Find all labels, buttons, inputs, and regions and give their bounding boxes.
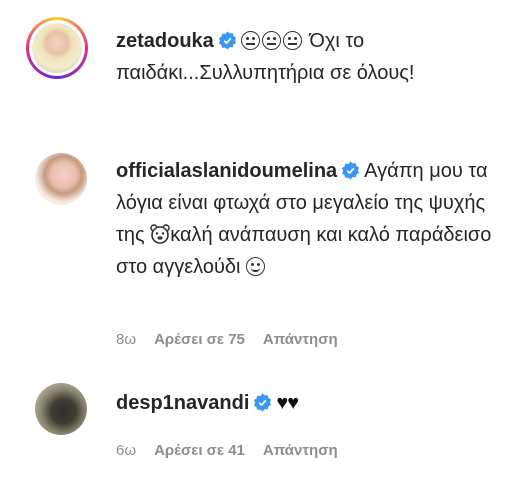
comment-username[interactable]: desp1navandi [116,392,249,414]
avatar[interactable] [35,153,87,205]
avatar-story-ring[interactable] [26,17,88,79]
verified-badge-icon [342,161,360,180]
reply-button[interactable]: Απάντηση [263,331,338,348]
avatar[interactable] [35,383,87,435]
comment-time: 8ω [116,331,137,348]
likes-count-link[interactable]: Αρέσει σε 75 [154,331,245,348]
bear-face-emoji-icon [150,224,170,244]
comment-username[interactable]: zetadouka [116,30,214,52]
comment-text-block: zetadouka Όχι το παιδάκι...Συλλυπητήρια … [116,25,508,89]
likes-count-link[interactable]: Αρέσει σε 41 [154,442,245,459]
smiling-face-emoji-icon [246,257,266,276]
comment-desp1navandi: desp1navandi ♥♥ 6ω Αρέσει σε 41 Απάντηση [0,375,518,485]
comment-text-block: desp1navandi ♥♥ [116,387,508,419]
comment-officialaslanidoumelina: officialaslanidoumelina Αγάπη μου τα λόγι… [0,135,518,365]
comment-username[interactable]: officialaslanidoumelina [116,160,337,182]
neutral-face-emoji-icon [261,31,281,50]
comment-zetadouka: zetadouka Όχι το παιδάκι...Συλλυπητήρια … [0,0,518,130]
verified-badge-icon [254,393,272,412]
avatar[interactable] [32,23,82,73]
comment-text-block: officialaslanidoumelina Αγάπη μου τα λόγι… [116,155,508,283]
neutral-face-emoji-icon [282,31,302,50]
reply-button[interactable]: Απάντηση [263,442,338,459]
comment-body-part2: καλή ανάπαυση και καλό παράδεισο στο αγγ… [116,224,492,278]
verified-badge-icon [218,31,236,50]
comment-time: 6ω [116,442,137,459]
neutral-face-emoji-icon [240,31,260,50]
comment-meta: 6ω Αρέσει σε 41 Απάντηση [116,442,356,460]
black-hearts-emoji: ♥♥ [276,392,299,414]
comment-meta: 8ω Αρέσει σε 75 Απάντηση [116,331,356,349]
